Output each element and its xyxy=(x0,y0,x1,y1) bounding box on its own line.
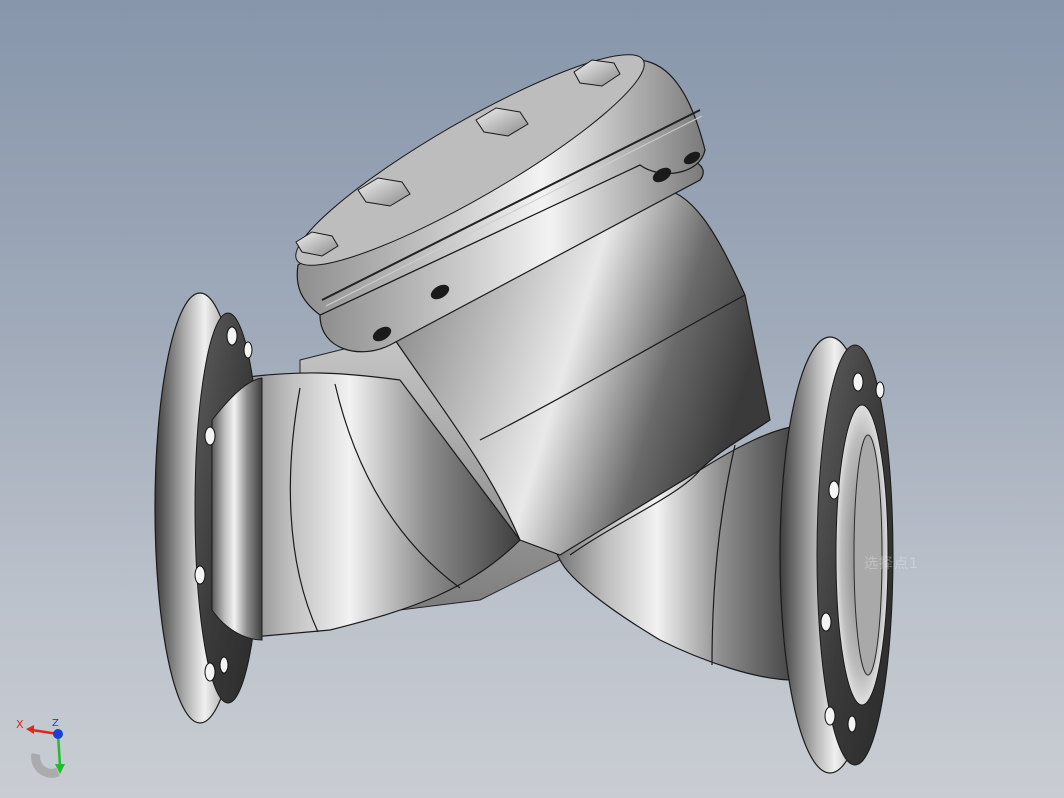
z-axis-label: Z xyxy=(52,718,59,729)
triad-arc xyxy=(31,753,60,778)
left-flange-hub xyxy=(211,377,263,641)
reference-triad[interactable]: X Z xyxy=(14,716,74,778)
3d-viewport[interactable]: 选择点1 X Z xyxy=(0,0,1064,798)
x-axis-label: X xyxy=(16,718,24,731)
valve-model[interactable] xyxy=(0,0,1064,798)
x-axis-arrow xyxy=(26,725,34,734)
z-axis-dot xyxy=(53,729,63,739)
selection-hint-text: 选择点1 xyxy=(864,556,919,572)
